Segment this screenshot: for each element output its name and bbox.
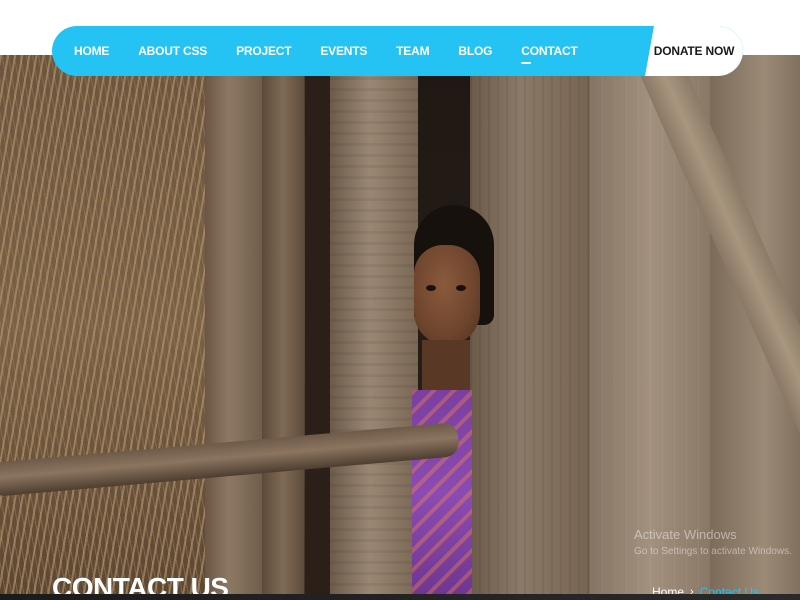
watermark-title: Activate Windows [634, 527, 737, 542]
nav-item-blog[interactable]: BLOG [458, 44, 492, 58]
hero-image [0, 55, 800, 600]
wood-plank [330, 55, 418, 600]
nav-menu: HOME ABOUT CSS PROJECT EVENTS TEAM BLOG … [52, 26, 607, 76]
nav-item-team[interactable]: TEAM [396, 44, 429, 58]
plank-gap [305, 55, 331, 600]
wood-plank [205, 55, 265, 600]
taskbar-edge [0, 594, 800, 600]
watermark-subtitle: Go to Settings to activate Windows. [634, 546, 792, 557]
main-navbar: HOME ABOUT CSS PROJECT EVENTS TEAM BLOG … [52, 26, 743, 76]
donate-now-button[interactable]: DONATE NOW [645, 26, 743, 76]
child-figure [412, 205, 494, 600]
nav-item-home[interactable]: HOME [74, 44, 109, 58]
nav-item-contact[interactable]: CONTACT [521, 44, 578, 64]
windows-activation-watermark: Activate Windows Go to Settings to activ… [634, 527, 792, 557]
straw-wall [0, 55, 215, 600]
nav-item-events[interactable]: EVENTS [320, 44, 367, 58]
nav-item-project[interactable]: PROJECT [236, 44, 291, 58]
wood-plank [262, 55, 304, 600]
nav-item-about-css[interactable]: ABOUT CSS [138, 44, 207, 58]
